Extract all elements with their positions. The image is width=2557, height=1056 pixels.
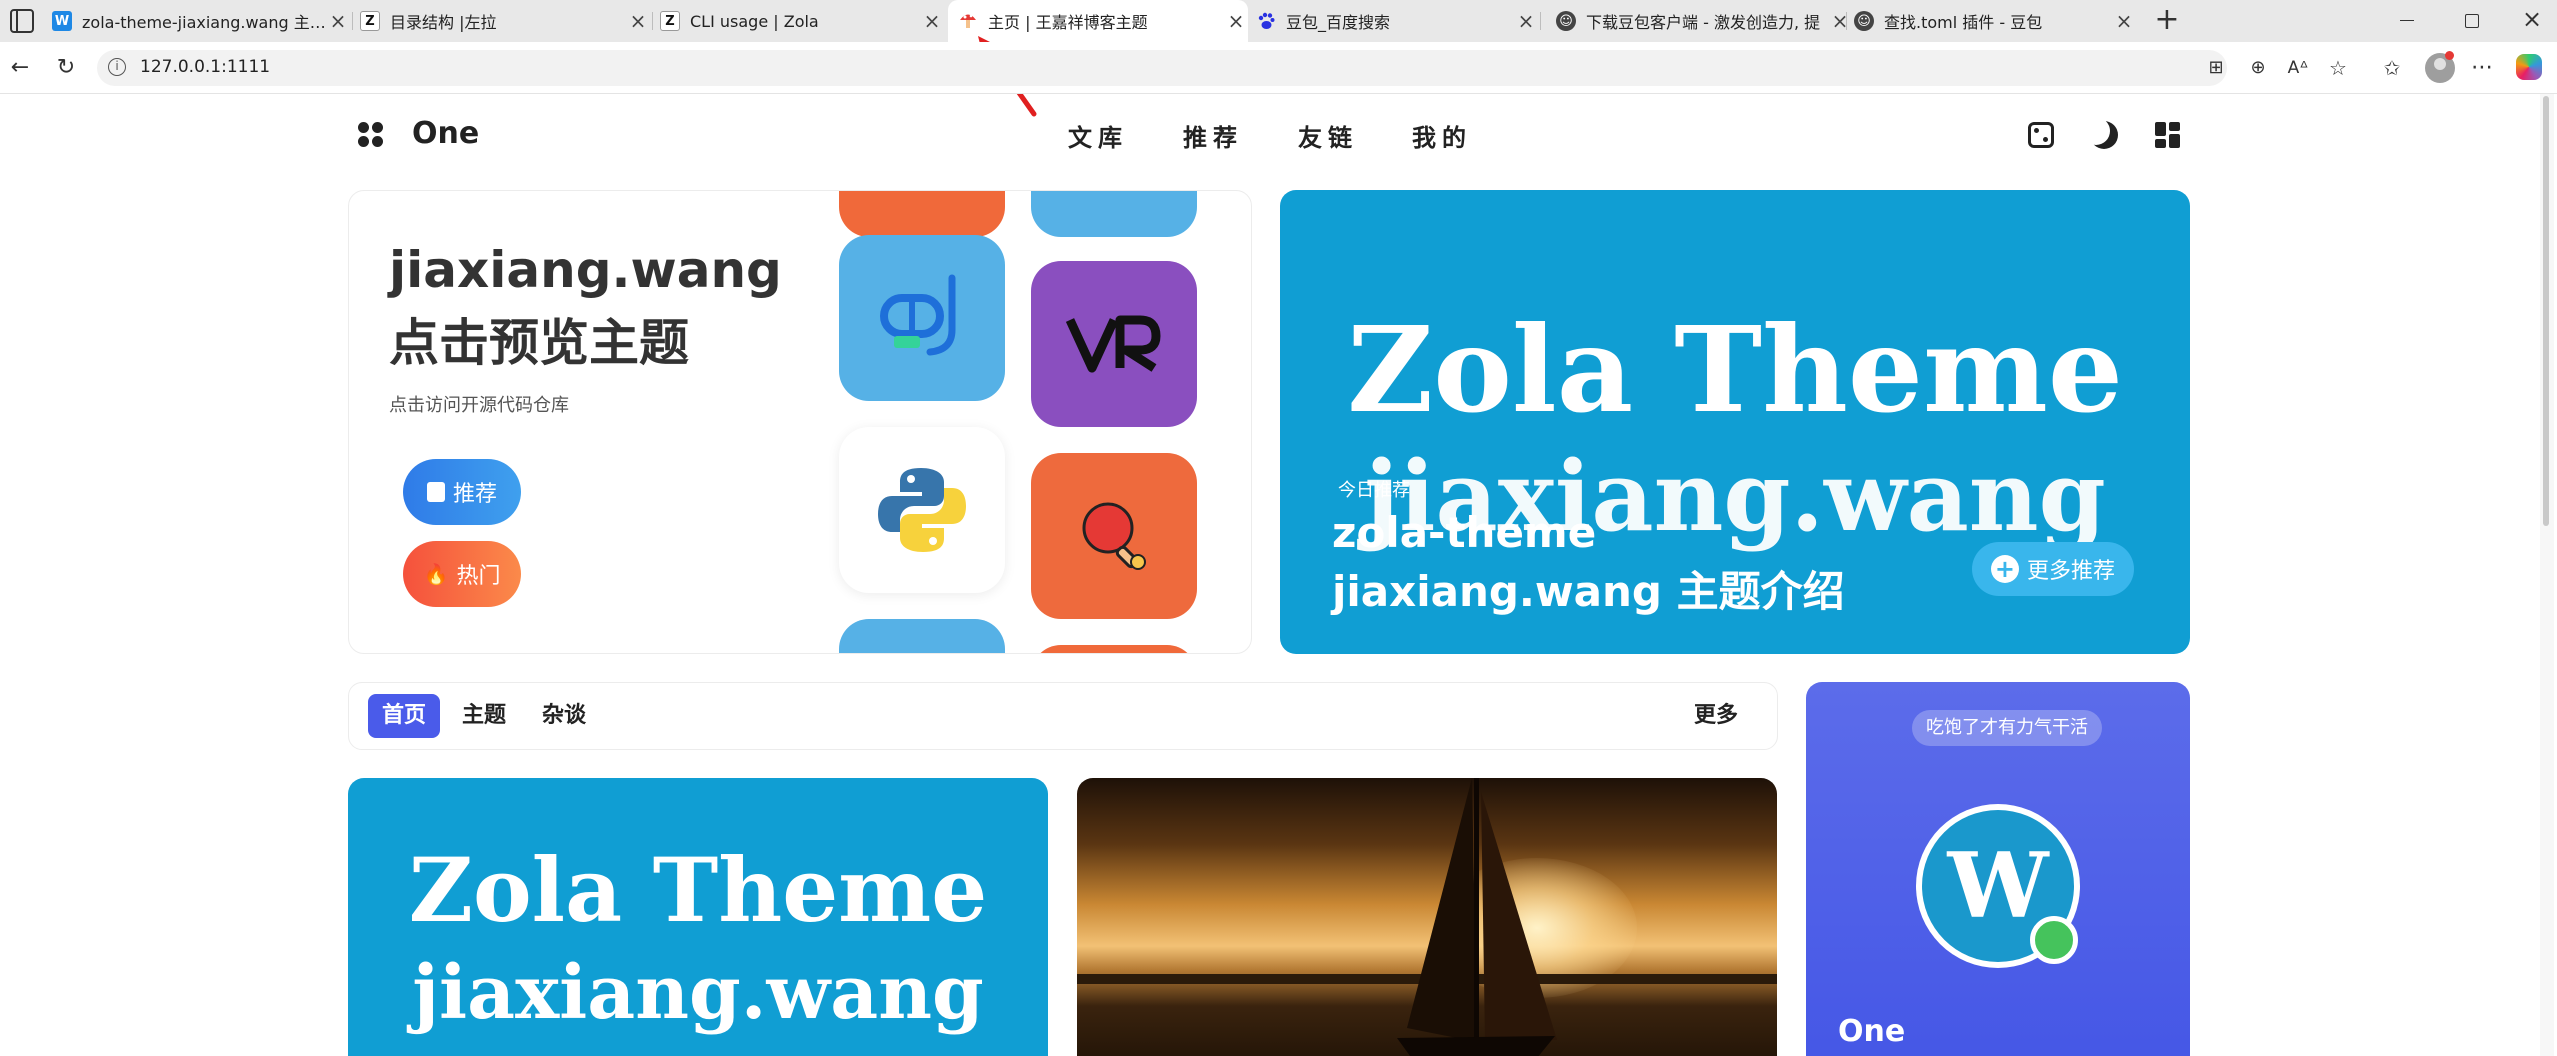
hot-button[interactable]: 🔥 热门 (403, 541, 521, 607)
new-tab-icon[interactable]: + (2150, 2, 2184, 38)
close-tab-icon[interactable]: × (1514, 9, 1538, 33)
hero-card[interactable]: jiaxiang.wang 点击预览主题 点击访问开源代码仓库 推荐 🔥 热门 (348, 190, 1252, 654)
nav-recommend[interactable]: 推荐 (1183, 118, 1243, 153)
post-card-sailboat-image[interactable] (1077, 778, 1777, 1056)
hero-title-line1: jiaxiang.wang (389, 241, 782, 299)
browser-tab[interactable]: ☺ 查找.toml 插件 - 豆包 × (1854, 0, 2136, 42)
blue-app-icon (839, 619, 1005, 653)
browser-tab[interactable]: ☺ 下载豆包客户端 - 激发创造力, 提 × (1556, 0, 1852, 42)
more-recommendations-button[interactable]: + 更多推荐 (1972, 542, 2134, 596)
nav-friend-links[interactable]: 友链 (1298, 118, 1358, 153)
close-tab-icon[interactable]: × (626, 9, 650, 33)
post-card-text-line1: Zola Theme (408, 838, 988, 942)
zola-favicon-icon: Z (360, 11, 380, 31)
blue-app-icon (1031, 191, 1197, 237)
sailboat-silhouette (1397, 778, 1557, 1056)
back-arrow-icon[interactable]: ← (2, 50, 38, 86)
browser-tab[interactable]: Z 目录结构 |左拉 × (360, 0, 650, 42)
filter-chat-tab[interactable]: 杂谈 (528, 694, 600, 738)
python-app-icon (839, 427, 1005, 593)
filter-home-tab[interactable]: 首页 (368, 694, 440, 738)
feature-title-line1: zola-theme (1332, 508, 1597, 557)
close-tab-icon[interactable]: × (326, 9, 350, 33)
close-tab-icon[interactable]: × (1828, 9, 1852, 33)
todays-recommendation-card[interactable]: Zola Theme jiaxiang.wang 今日推荐 zola-theme… (1280, 190, 2190, 654)
minimize-window-icon[interactable] (2400, 20, 2414, 21)
profile-avatar-icon[interactable] (2425, 51, 2455, 83)
vr-app-icon (1031, 261, 1197, 427)
random-dice-icon[interactable] (2028, 122, 2054, 148)
url-text[interactable]: 127.0.0.1:1111 (140, 57, 270, 77)
browser-tab[interactable]: Z CLI usage | Zola × (660, 0, 944, 42)
doubao-favicon-icon: ☺ (1556, 11, 1576, 31)
copilot-icon[interactable] (2516, 54, 2542, 80)
book-icon (426, 482, 445, 502)
feature-bg-text-line1: Zola Theme (1347, 300, 2123, 439)
orange-app-icon (839, 191, 1005, 237)
profile-name: One (1838, 1014, 1906, 1049)
post-card-text-line2: jiaxiang.wang (412, 950, 984, 1036)
snorkel-mask-icon (839, 235, 1005, 401)
dashboard-grid-icon[interactable] (2155, 122, 2181, 148)
browser-tab[interactable]: W zola-theme-jiaxiang.wang 主题介绍 × (52, 0, 350, 42)
read-aloud-icon[interactable]: Aᐞ (2282, 50, 2314, 86)
site-logo-icon[interactable] (358, 122, 386, 150)
zola-favicon-icon: Z (660, 11, 680, 31)
zoom-icon[interactable]: ⊕ (2242, 50, 2274, 86)
address-bar[interactable] (97, 50, 2227, 86)
plus-circle-icon: + (1990, 555, 2019, 583)
profile-tag: 吃饱了才有力气干活 (1912, 710, 2102, 746)
close-tab-icon[interactable]: × (920, 9, 944, 33)
baidu-paw-favicon-icon (1256, 11, 1276, 31)
orange-app-icon (1031, 645, 1197, 653)
favorites-icon[interactable]: ✩ (2376, 50, 2408, 86)
more-menu-icon[interactable]: ⋯ (2466, 50, 2498, 86)
site-logo-text[interactable]: One (412, 116, 479, 151)
nav-mine[interactable]: 我的 (1412, 118, 1472, 153)
refresh-icon[interactable]: ↻ (48, 50, 84, 86)
online-status-icon (2030, 916, 2078, 964)
close-tab-icon[interactable]: × (2112, 9, 2136, 33)
restore-window-icon[interactable] (2465, 14, 2479, 28)
favorite-star-icon[interactable]: ☆ (2322, 50, 2354, 86)
browser-tab[interactable]: 豆包_百度搜索 × (1256, 0, 1538, 42)
feature-label: 今日推荐 (1338, 480, 1410, 501)
feature-title-line2: jiaxiang.wang 主题介绍 (1332, 567, 1845, 616)
profile-card[interactable]: 吃饱了才有力气干活 W One (1806, 682, 2190, 1056)
doubao-favicon-icon: ☺ (1854, 11, 1874, 31)
wordpress-favicon-icon: W (52, 11, 72, 31)
hero-subtitle[interactable]: 点击访问开源代码仓库 (389, 391, 569, 417)
ping-pong-app-icon (1031, 453, 1197, 619)
post-card-zola-theme[interactable]: Zola Theme jiaxiang.wang (348, 778, 1048, 1056)
nav-library[interactable]: 文库 (1068, 118, 1128, 153)
recommend-button[interactable]: 推荐 (403, 459, 521, 525)
mushroom-favicon-icon (958, 11, 978, 31)
close-window-icon[interactable]: × (2520, 4, 2544, 34)
dark-mode-moon-icon[interactable] (2090, 121, 2118, 149)
filter-theme-tab[interactable]: 主题 (448, 694, 520, 738)
site-info-icon[interactable]: i (108, 58, 126, 76)
fire-icon: 🔥 (423, 562, 449, 586)
close-tab-icon[interactable]: × (1224, 9, 1248, 33)
scrollbar-thumb[interactable] (2543, 96, 2549, 526)
tab-actions-icon[interactable] (10, 9, 34, 33)
split-screen-icon[interactable]: ⊞ (2200, 50, 2232, 86)
filter-more-link[interactable]: 更多 (1680, 694, 1752, 738)
hero-title-line2: 点击预览主题 (389, 314, 689, 372)
